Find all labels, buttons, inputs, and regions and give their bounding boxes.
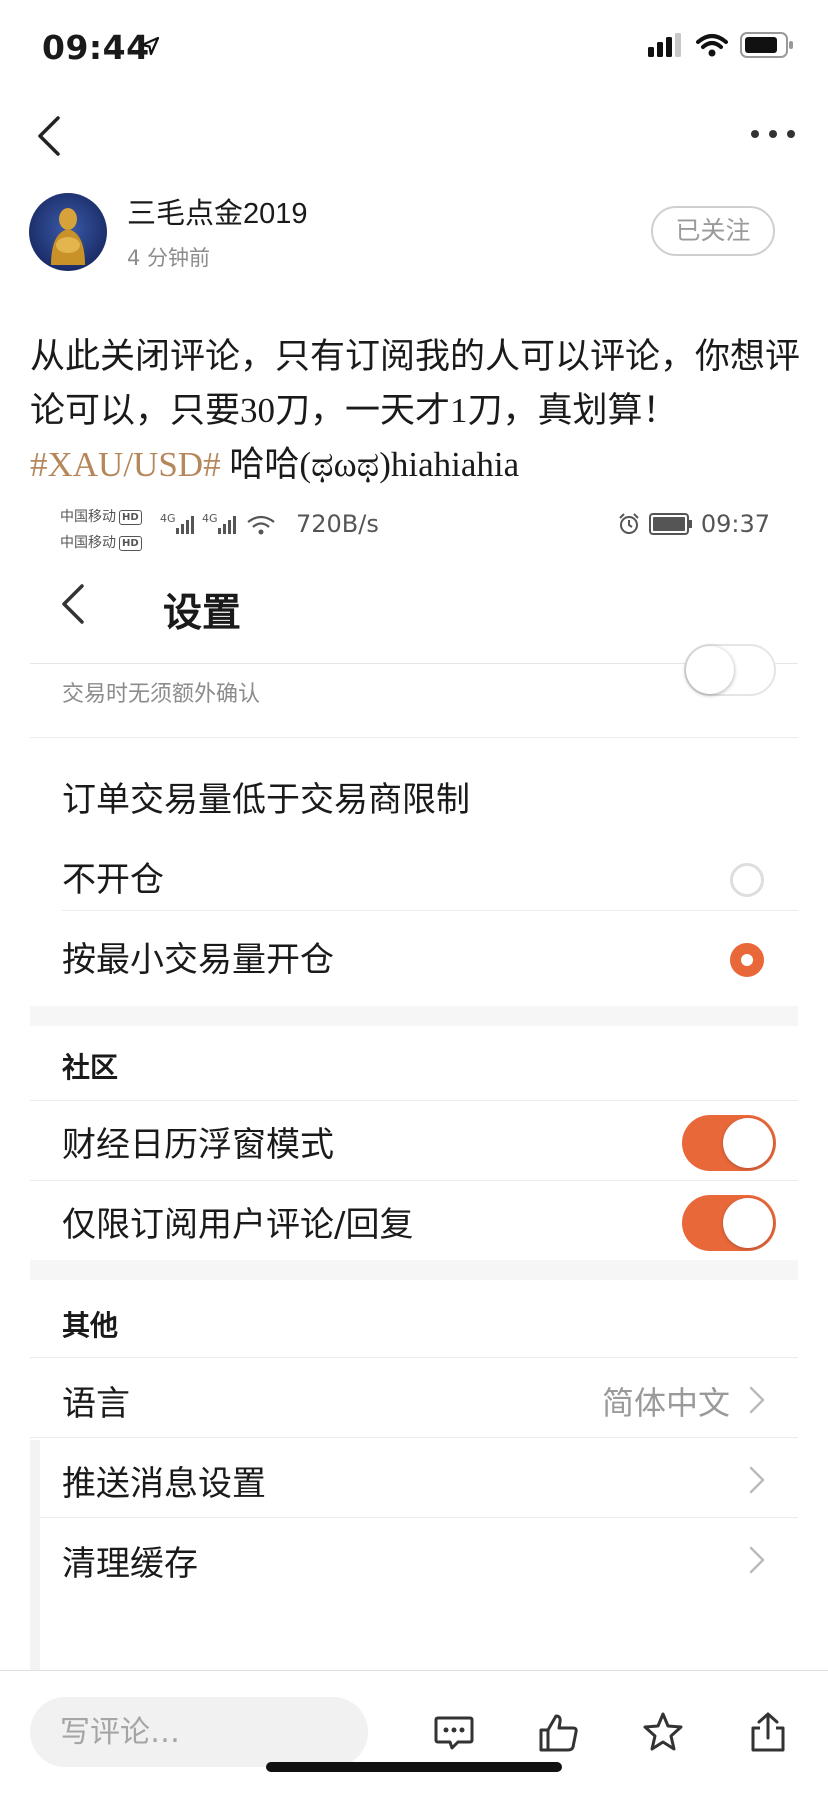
embedded-screenshot: 中国移动 HD 中国移动 HD 4G 4G 720B/s 09:37 设置 交易时无… xyxy=(0,494,828,1670)
divider xyxy=(30,1517,798,1518)
section-gap xyxy=(30,1006,798,1026)
calendar-float-toggle[interactable] xyxy=(682,1115,776,1171)
cellular-signal-icon xyxy=(648,33,681,57)
carrier-2: 中国移动 xyxy=(60,535,116,551)
section-gap xyxy=(30,1260,798,1280)
embedded-time: 09:37 xyxy=(700,510,770,538)
share-icon[interactable] xyxy=(746,1710,790,1754)
hd-badge: HD xyxy=(119,509,142,525)
home-indicator xyxy=(266,1762,562,1772)
radio-no-open[interactable] xyxy=(730,863,764,897)
post-time: 4 分钟前 xyxy=(127,246,211,270)
community-item-label: 财经日历浮窗模式 xyxy=(62,1125,334,1165)
divider xyxy=(30,737,798,738)
network-speed: 720B/s xyxy=(296,510,379,538)
divider xyxy=(30,1357,798,1358)
status-time: 09:44 xyxy=(42,28,150,67)
back-chevron-icon[interactable] xyxy=(30,112,70,160)
other-section-title: 其他 xyxy=(62,1309,119,1342)
svg-text:4G: 4G xyxy=(160,512,176,525)
network-signal-icon: 4G 4G xyxy=(160,512,275,535)
settings-title: 设置 xyxy=(163,591,242,636)
alarm-icon xyxy=(619,513,639,534)
trade-confirm-description: 交易时无须额外确认 xyxy=(62,682,261,707)
clear-cache-label[interactable]: 清理缓存 xyxy=(62,1536,198,1585)
star-icon[interactable] xyxy=(641,1710,685,1754)
divider xyxy=(30,1180,798,1181)
post-text: 从此关闭评论，只有订阅我的人可以评论，你想评论可以，只要30刀，一天才1刀，真划… xyxy=(30,330,802,492)
carrier-1: 中国移动 xyxy=(60,509,116,525)
comment-icon[interactable] xyxy=(432,1710,476,1754)
trade-confirm-toggle[interactable] xyxy=(684,644,776,696)
header-divider xyxy=(30,663,798,664)
follow-button[interactable]: 已关注 xyxy=(651,206,775,256)
svg-text:4G: 4G xyxy=(202,512,218,525)
language-label[interactable]: 语言 xyxy=(62,1376,130,1425)
toggle-knob xyxy=(686,646,734,694)
order-section-title: 订单交易量低于交易商限制 xyxy=(62,780,470,820)
avatar[interactable] xyxy=(29,193,107,271)
battery-icon xyxy=(740,32,793,58)
settings-back-icon[interactable] xyxy=(56,580,92,628)
divider xyxy=(62,910,798,911)
status-right xyxy=(648,32,794,58)
location-arrow-icon xyxy=(140,36,160,56)
side-band xyxy=(30,1440,40,1670)
hd-badge: HD xyxy=(119,535,142,551)
community-section-title: 社区 xyxy=(62,1051,119,1084)
more-options-icon[interactable] xyxy=(748,124,798,144)
toggle-knob xyxy=(723,1118,773,1168)
battery-icon xyxy=(648,513,692,535)
post-text-tail: 哈哈(ಥωಥ)hiahiahia xyxy=(220,445,520,484)
language-value: 简体中文 xyxy=(601,1384,730,1422)
chevron-right-icon xyxy=(749,1546,765,1574)
toggle-knob xyxy=(723,1198,773,1248)
embedded-status-right: 09:37 xyxy=(617,510,770,538)
radio-min-volume[interactable] xyxy=(730,943,764,977)
option-label-min-volume[interactable]: 按最小交易量开仓 xyxy=(62,932,334,981)
like-icon[interactable] xyxy=(537,1710,581,1754)
option-label-no-open[interactable]: 不开仓 xyxy=(62,852,164,901)
wifi-icon xyxy=(696,34,728,57)
push-settings-label[interactable]: 推送消息设置 xyxy=(62,1456,266,1505)
community-item-label: 仅限订阅用户评论/回复 xyxy=(62,1205,414,1245)
embedded-carrier: 中国移动 HD 中国移动 HD xyxy=(60,504,142,556)
divider xyxy=(30,1100,798,1101)
post-hashtag[interactable]: #XAU/USD# xyxy=(30,445,221,484)
chevron-right-icon xyxy=(749,1466,765,1494)
author-name[interactable]: 三毛点金2019 xyxy=(127,190,308,232)
post-text-main: 从此关闭评论，只有订阅我的人可以评论，你想评论可以，只要30刀，一天才1刀，真划… xyxy=(30,337,801,430)
chevron-right-icon xyxy=(749,1386,765,1414)
divider xyxy=(30,1437,798,1438)
comment-input[interactable] xyxy=(30,1697,368,1767)
subscriber-comment-toggle[interactable] xyxy=(682,1195,776,1251)
